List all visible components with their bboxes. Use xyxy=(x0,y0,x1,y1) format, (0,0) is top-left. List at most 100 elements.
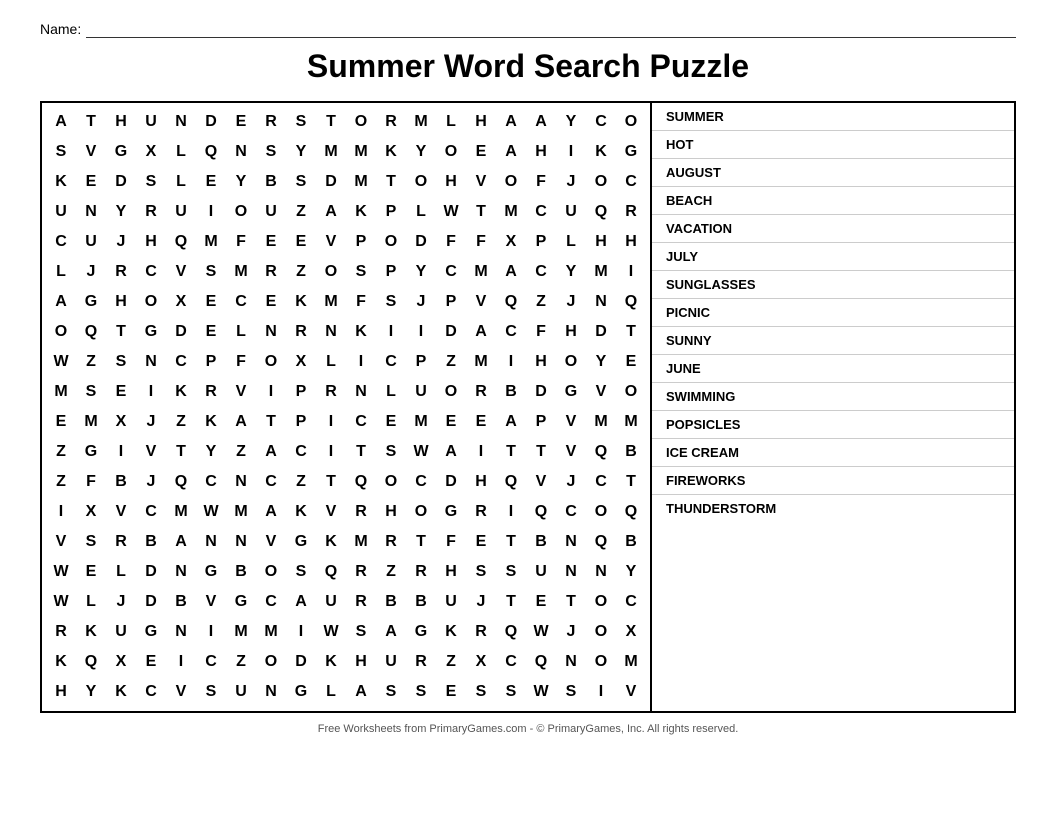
grid-cell: K xyxy=(586,137,616,167)
grid-cell: Z xyxy=(226,647,256,677)
puzzle-container: ATHUNDERSTORMLHAAYCOSVGXLQNSYMMKYOEAHIKG… xyxy=(40,101,1016,713)
grid-cell: A xyxy=(436,437,466,467)
grid-cell: O xyxy=(256,557,286,587)
grid-cell: S xyxy=(76,377,106,407)
grid-cell: M xyxy=(316,287,346,317)
grid-cell: M xyxy=(616,407,646,437)
grid-cell: M xyxy=(586,257,616,287)
grid-cell: H xyxy=(46,677,76,707)
grid-cell: F xyxy=(226,347,256,377)
grid-cell: H xyxy=(556,317,586,347)
grid-cell: X xyxy=(466,647,496,677)
grid-cell: F xyxy=(436,527,466,557)
grid-cell: W xyxy=(436,197,466,227)
grid-cell: T xyxy=(346,437,376,467)
grid-cell: O xyxy=(586,587,616,617)
grid-cell: U xyxy=(136,107,166,137)
grid-cell: D xyxy=(526,377,556,407)
grid-cell: U xyxy=(226,677,256,707)
grid-cell: V xyxy=(556,407,586,437)
grid-cell: B xyxy=(376,587,406,617)
grid-cell: T xyxy=(616,317,646,347)
grid-cell: A xyxy=(46,287,76,317)
grid-cell: N xyxy=(76,197,106,227)
grid-cell: M xyxy=(346,527,376,557)
grid-cell: E xyxy=(466,527,496,557)
grid-cell: K xyxy=(346,197,376,227)
grid-cell: E xyxy=(466,137,496,167)
grid-cell: C xyxy=(616,587,646,617)
grid-cell: U xyxy=(526,557,556,587)
grid-cell: D xyxy=(436,317,466,347)
grid-cell: Q xyxy=(316,557,346,587)
grid-cell: O xyxy=(586,497,616,527)
grid-cell: C xyxy=(136,257,166,287)
word-item: ICE CREAM xyxy=(652,439,1014,467)
word-item: HOT xyxy=(652,131,1014,159)
grid-cell: V xyxy=(586,377,616,407)
grid-cell: Z xyxy=(46,467,76,497)
grid-cell: U xyxy=(106,617,136,647)
grid-cell: H xyxy=(466,107,496,137)
grid-cell: E xyxy=(106,377,136,407)
grid-cell: C xyxy=(526,197,556,227)
grid-cell: F xyxy=(526,317,556,347)
grid-cell: J xyxy=(466,587,496,617)
grid-cell: X xyxy=(76,497,106,527)
grid-cell: K xyxy=(46,167,76,197)
grid-cell: O xyxy=(586,167,616,197)
grid-cell: E xyxy=(136,647,166,677)
grid-cell: O xyxy=(376,227,406,257)
grid-cell: O xyxy=(406,167,436,197)
grid-cell: S xyxy=(196,677,226,707)
grid-cell: C xyxy=(286,437,316,467)
grid-cell: B xyxy=(616,527,646,557)
grid-cell: R xyxy=(106,257,136,287)
grid-cell: H xyxy=(526,137,556,167)
grid-cell: K xyxy=(196,407,226,437)
grid-cell: C xyxy=(46,227,76,257)
grid-cell: E xyxy=(196,317,226,347)
word-search-grid: ATHUNDERSTORMLHAAYCOSVGXLQNSYMMKYOEAHIKG… xyxy=(46,107,646,707)
grid-cell: O xyxy=(256,347,286,377)
grid-cell: Q xyxy=(496,287,526,317)
word-item: BEACH xyxy=(652,187,1014,215)
grid-cell: R xyxy=(346,587,376,617)
grid-cell: R xyxy=(136,197,166,227)
grid-cell: T xyxy=(166,437,196,467)
grid-cell: T xyxy=(496,437,526,467)
grid-cell: I xyxy=(316,407,346,437)
grid-cell: O xyxy=(436,137,466,167)
grid-cell: H xyxy=(346,647,376,677)
grid-cell: C xyxy=(196,647,226,677)
grid-cell: I xyxy=(46,497,76,527)
grid-cell: N xyxy=(226,467,256,497)
grid-cell: R xyxy=(466,497,496,527)
grid-cell: Z xyxy=(436,347,466,377)
grid-cell: F xyxy=(436,227,466,257)
grid-cell: P xyxy=(346,227,376,257)
grid-cell: O xyxy=(586,617,616,647)
grid-cell: M xyxy=(406,107,436,137)
grid-cell: J xyxy=(136,467,166,497)
grid-cell: S xyxy=(196,257,226,287)
page-title: Summer Word Search Puzzle xyxy=(40,48,1016,85)
grid-cell: J xyxy=(556,467,586,497)
grid-cell: G xyxy=(106,137,136,167)
grid-cell: H xyxy=(586,227,616,257)
grid-cell: V xyxy=(316,497,346,527)
grid-cell: X xyxy=(166,287,196,317)
grid-cell: H xyxy=(616,227,646,257)
grid-cell: E xyxy=(436,407,466,437)
grid-cell: Q xyxy=(616,497,646,527)
grid-cell: V xyxy=(106,497,136,527)
grid-cell: K xyxy=(76,617,106,647)
grid-cell: E xyxy=(376,407,406,437)
grid-cell: E xyxy=(196,287,226,317)
grid-section: ATHUNDERSTORMLHAAYCOSVGXLQNSYMMKYOEAHIKG… xyxy=(42,103,652,711)
grid-cell: K xyxy=(286,497,316,527)
grid-cell: S xyxy=(376,677,406,707)
grid-cell: N xyxy=(136,347,166,377)
grid-cell: Q xyxy=(616,287,646,317)
grid-cell: Q xyxy=(496,467,526,497)
